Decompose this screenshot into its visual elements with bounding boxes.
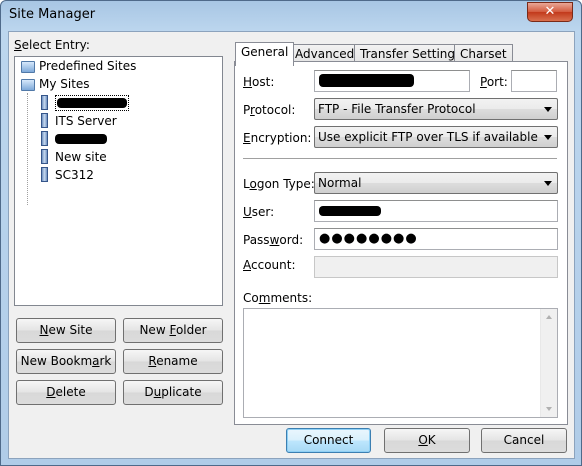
tree-connector-line [27,93,28,205]
protocol-select[interactable]: FTP - File Transfer Protocol [314,98,558,120]
cancel-button[interactable]: Cancel [481,428,567,453]
port-label: Port: [480,75,508,89]
tree-item-site-redacted-2[interactable] [37,130,107,147]
separator [243,158,557,160]
window-title: Site Manager [9,7,96,22]
server-icon [37,166,51,182]
new-folder-button[interactable]: New Folder [123,318,223,343]
comments-textarea[interactable] [243,308,558,418]
tree-item-label: SC312 [55,168,94,182]
redacted-text [57,98,127,108]
host-label: Host: [243,75,275,89]
password-input[interactable]: ●●●●●●●● [314,228,558,250]
tree-item-label: ITS Server [55,114,117,128]
chevron-down-icon [544,181,552,186]
folder-icon [20,59,36,73]
redacted-text [319,74,414,87]
account-input [314,256,558,278]
ok-button[interactable]: OK [384,428,470,453]
encryption-label: Encryption: [243,131,312,145]
tree-item-its-server[interactable]: ITS Server [37,112,117,129]
general-tab-panel: Host: Port: Protocol: FTP - File Transfe… [234,61,568,425]
comments-label: Comments: [243,291,313,305]
site-manager-window: Site Manager ✕ Select Entry: Predefined … [0,0,582,466]
rename-button[interactable]: Rename [123,349,223,374]
server-icon [37,130,51,146]
tree-item-label: My Sites [39,77,90,91]
close-button[interactable]: ✕ [527,2,573,22]
logon-type-select[interactable]: Normal [314,172,558,194]
new-site-button[interactable]: New Site [16,318,116,343]
chevron-down-icon [544,135,552,140]
account-label: Account: [243,258,296,272]
redacted-text [55,134,107,144]
dialog-body: Select Entry: Predefined Sites My Sites … [8,31,575,459]
tab-general[interactable]: General [235,42,295,66]
tree-item-label: Predefined Sites [39,59,137,73]
encryption-select[interactable]: Use explicit FTP over TLS if available [314,126,558,148]
title-bar[interactable]: Site Manager ✕ [1,1,581,31]
site-tree[interactable]: Predefined Sites My Sites ITS Server New… [14,56,223,306]
logon-type-label: Logon Type: [243,177,315,191]
tree-item-new-site[interactable]: New site [37,148,107,165]
host-input[interactable] [314,70,470,92]
chevron-down-icon [544,107,552,112]
comments-scrollbar[interactable] [540,309,557,417]
logon-type-value: Normal [318,176,362,190]
protocol-label: Protocol: [243,103,296,117]
redacted-text [319,206,381,216]
tree-item-site-redacted-1[interactable] [37,94,129,111]
select-entry-label: Select Entry: [14,38,90,52]
encryption-value: Use explicit FTP over TLS if available [318,130,538,144]
new-bookmark-button[interactable]: New Bookmark [16,349,116,374]
port-input[interactable] [511,70,557,92]
scroll-up-icon[interactable] [546,315,552,319]
server-icon [37,148,51,164]
tree-item-predefined-sites[interactable]: Predefined Sites [20,58,136,75]
tree-item-sc312[interactable]: SC312 [37,166,94,183]
delete-button[interactable]: Delete [16,380,116,405]
server-icon [37,112,51,128]
tree-item-my-sites[interactable]: My Sites [20,76,90,93]
folder-icon [20,77,36,91]
user-label: User: [243,205,275,219]
server-icon [37,94,51,110]
password-label: Password: [243,233,304,247]
user-input[interactable] [314,200,558,222]
protocol-value: FTP - File Transfer Protocol [318,102,476,116]
scroll-down-icon[interactable] [546,407,552,411]
selected-item-box [55,95,129,111]
connect-button[interactable]: Connect [286,428,371,453]
duplicate-button[interactable]: Duplicate [123,380,223,405]
tree-item-label: New site [55,150,107,164]
